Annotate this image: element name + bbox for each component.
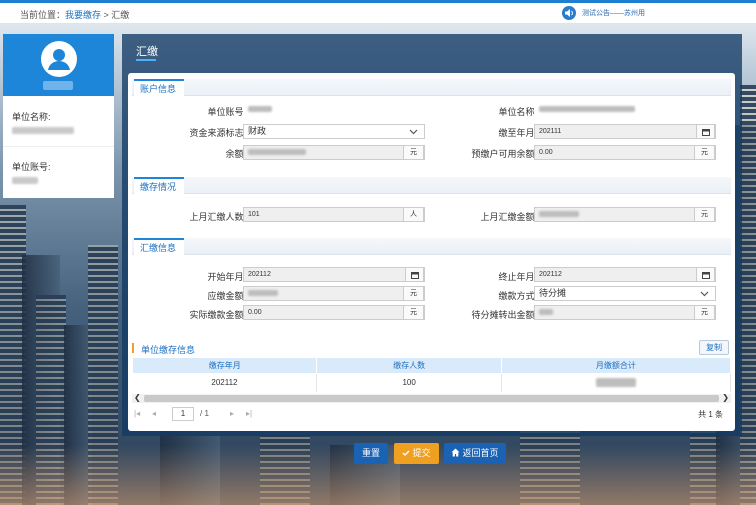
last-count-unit: 人 <box>403 207 424 222</box>
account-unit-account-label: 单位账号: <box>207 107 246 117</box>
avatar-caption-bar <box>43 81 73 90</box>
end-month-label: 终止年月: <box>498 272 537 282</box>
cell-total <box>501 373 732 392</box>
unit-name-redacted <box>12 127 74 134</box>
due-amount-unit: 元 <box>403 286 424 301</box>
home-icon <box>451 448 460 457</box>
last-count-field: 101 人 <box>243 207 425 222</box>
due-amount-field: 元 <box>243 286 425 301</box>
notice-text[interactable]: 测试公告——苏州用 <box>582 8 645 18</box>
balance-unit: 元 <box>403 145 424 160</box>
account-unit-name-field <box>534 102 640 117</box>
start-month-field[interactable]: 202112 <box>243 267 425 282</box>
cell-count: 100 <box>316 373 502 392</box>
record-count: 共 1 条 <box>698 410 723 419</box>
grid-header-bar: 单位缴存信息 复制 <box>132 340 731 356</box>
account-unit-name-label: 单位名称: <box>498 107 537 117</box>
deposit-table: 缴存年月 缴存人数 月缴额合计 202112 100 <box>131 357 732 392</box>
actual-amount-unit: 元 <box>403 305 424 320</box>
calendar-icon[interactable] <box>696 267 715 282</box>
breadcrumb-separator: > <box>101 10 112 20</box>
breadcrumb-current: 汇缴 <box>111 10 130 20</box>
section-account-title: 账户信息 <box>140 84 177 94</box>
actual-amount-label: 实际缴款金额: <box>189 310 246 320</box>
next-page-icon[interactable]: ▸ <box>230 409 234 418</box>
payment-method-select[interactable]: 待分摊 <box>534 286 716 301</box>
scroll-right-icon[interactable]: ❯ <box>722 393 729 402</box>
horizontal-scrollbar[interactable]: ❮ ❯ <box>132 393 731 403</box>
chevron-down-icon <box>700 291 709 297</box>
notice-bar[interactable]: 测试公告——苏州用 <box>562 6 645 20</box>
start-month-label: 开始年月: <box>207 272 246 282</box>
page-number-input[interactable]: 1 <box>172 407 194 421</box>
actual-amount-field[interactable]: 0.00 元 <box>243 305 425 320</box>
unit-account-label: 单位账号: <box>12 162 51 172</box>
calendar-icon[interactable] <box>405 267 424 282</box>
back-home-button[interactable]: 返回首页 <box>444 443 506 464</box>
scrollbar-thumb[interactable] <box>144 395 719 402</box>
page-of-total: / 1 <box>200 409 209 418</box>
transfer-amount-label: 待分摊转出金额: <box>471 310 537 320</box>
unit-account-redacted <box>12 177 38 184</box>
prepaid-field: 0.00 元 <box>534 145 716 160</box>
pagination: |◂ ◂ 1 / 1 ▸ ▸| 共 1 条 <box>132 406 731 424</box>
last-count-label: 上月汇缴人数: <box>189 212 246 222</box>
reset-button[interactable]: 重置 <box>354 443 388 464</box>
calendar-icon[interactable] <box>696 124 715 139</box>
user-card-divider <box>3 146 114 147</box>
last-amount-label: 上月汇缴金额: <box>480 212 537 222</box>
end-month-field[interactable]: 202112 <box>534 267 716 282</box>
panel-title: 汇缴 <box>136 43 158 61</box>
prepaid-label: 预缴户可用余额: <box>471 149 537 159</box>
column-header-total[interactable]: 月缴额合计 <box>500 357 732 374</box>
remit-panel: 汇缴 账户信息 单位账号: 单位名称: 资金来源标志: 财政 缴至年月: 202… <box>122 34 742 436</box>
copy-button[interactable]: 复制 <box>699 340 729 355</box>
section-remit-header: 汇缴信息 <box>132 238 731 255</box>
unit-name-label: 单位名称: <box>12 112 51 122</box>
due-amount-label: 应缴金额: <box>207 291 246 301</box>
last-amount-field: 元 <box>534 207 716 222</box>
user-avatar-icon <box>41 41 77 77</box>
account-unit-account-field <box>243 102 280 117</box>
paid-until-label: 缴至年月: <box>498 128 537 138</box>
user-card-header <box>3 34 114 96</box>
last-amount-unit: 元 <box>694 207 715 222</box>
breadcrumb-prefix: 当前位置： <box>20 10 66 20</box>
prev-page-icon[interactable]: ◂ <box>152 409 156 418</box>
section-deposit-header: 缴存情况 <box>132 177 731 194</box>
fund-source-label: 资金来源标志: <box>189 128 246 138</box>
section-remit-title: 汇缴信息 <box>140 243 177 253</box>
speaker-icon <box>562 6 576 20</box>
back-home-label: 返回首页 <box>462 448 499 458</box>
breadcrumb-link-deposit[interactable]: 我要缴存 <box>65 10 101 20</box>
submit-label: 提交 <box>412 448 431 458</box>
section-account-header: 账户信息 <box>132 79 731 96</box>
transfer-amount-field: 元 <box>534 305 716 320</box>
column-header-count[interactable]: 缴存人数 <box>316 357 502 374</box>
payment-method-label: 缴款方式: <box>498 291 537 301</box>
submit-button[interactable]: 提交 <box>394 443 439 464</box>
chevron-down-icon <box>409 129 418 135</box>
top-bar: 当前位置：我要缴存 > 汇缴 测试公告——苏州用 <box>0 0 756 24</box>
paid-until-field[interactable]: 202111 <box>534 124 716 139</box>
fund-source-select[interactable]: 财政 <box>243 124 425 139</box>
cell-month: 202112 <box>132 373 318 392</box>
balance-field: 元 <box>243 145 425 160</box>
last-page-icon[interactable]: ▸| <box>246 409 252 418</box>
check-icon <box>402 450 410 456</box>
prepaid-unit: 元 <box>694 145 715 160</box>
user-card: 单位名称: 单位账号: <box>3 34 114 198</box>
scroll-left-icon[interactable]: ❮ <box>134 393 141 402</box>
breadcrumb: 当前位置：我要缴存 > 汇缴 <box>20 8 129 21</box>
column-header-month[interactable]: 缴存年月 <box>131 357 318 374</box>
table-row[interactable]: 202112 100 <box>132 373 732 392</box>
form-content: 账户信息 单位账号: 单位名称: 资金来源标志: 财政 缴至年月: 202111… <box>128 73 735 431</box>
section-deposit-title: 缴存情况 <box>140 182 177 192</box>
first-page-icon[interactable]: |◂ <box>134 409 140 418</box>
transfer-amount-unit: 元 <box>694 305 715 320</box>
grid-title: 单位缴存信息 <box>141 345 196 355</box>
